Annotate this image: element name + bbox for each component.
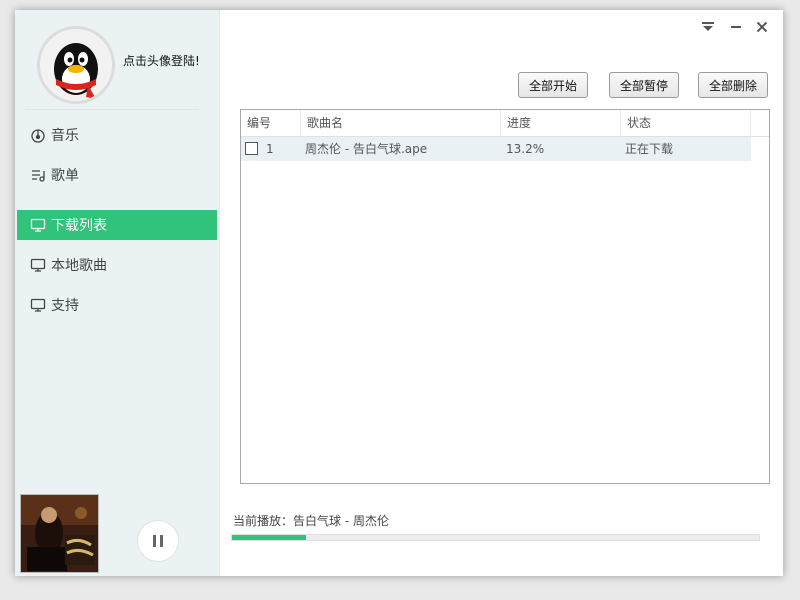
- column-header-song-name[interactable]: 歌曲名: [301, 110, 501, 137]
- minimize-button[interactable]: [727, 18, 745, 36]
- row-status: 正在下载: [625, 142, 674, 156]
- pause-button[interactable]: [137, 520, 179, 562]
- sidebar-item-label: 本地歌曲: [51, 258, 107, 274]
- dropdown-menu-icon: [702, 22, 714, 31]
- sidebar-item-label: 下载列表: [51, 218, 107, 234]
- playlist-icon: [29, 166, 47, 184]
- sidebar-item-download-list[interactable]: 下载列表: [17, 210, 217, 240]
- sidebar: 点击头像登陆! 音乐 歌单 下载列表 本地歌曲 支持: [15, 10, 220, 576]
- sidebar-item-support[interactable]: 支持: [17, 290, 217, 320]
- sidebar-item-label: 音乐: [51, 128, 79, 144]
- table-row[interactable]: 1 周杰伦 - 告白气球.ape 13.2% 正在下载: [241, 137, 751, 161]
- sidebar-item-local-songs[interactable]: 本地歌曲: [17, 250, 217, 280]
- row-index: 1: [266, 142, 274, 156]
- music-note-icon: [29, 126, 47, 144]
- monitor-icon: [29, 296, 47, 314]
- column-header-status[interactable]: 状态: [621, 110, 751, 137]
- playback-progress-fill: [232, 535, 306, 540]
- now-playing-text: 当前播放：告白气球 - 周杰伦: [233, 514, 389, 528]
- sidebar-item-music[interactable]: 音乐: [17, 120, 217, 150]
- sidebar-item-label: 支持: [51, 298, 79, 314]
- table-header: 编号 歌曲名 进度 状态: [241, 110, 769, 137]
- column-header-progress[interactable]: 进度: [501, 110, 621, 137]
- login-prompt[interactable]: 点击头像登陆!: [123, 52, 213, 69]
- column-header-index[interactable]: 编号: [241, 110, 301, 137]
- pause-icon: [153, 535, 163, 547]
- avatar[interactable]: [37, 26, 115, 104]
- row-song-name: 周杰伦 - 告白气球.ape: [305, 142, 428, 156]
- monitor-icon: [29, 256, 47, 274]
- sidebar-divider: [25, 109, 199, 110]
- sidebar-item-playlist[interactable]: 歌单: [17, 160, 217, 190]
- playback-progress-bar[interactable]: [231, 534, 760, 541]
- menu-dropdown-button[interactable]: [699, 18, 717, 36]
- download-table: 编号 歌曲名 进度 状态 1 周杰伦 - 告白气球.ape 13.2% 正在下载: [240, 109, 770, 484]
- close-icon: [756, 21, 768, 33]
- penguin-avatar-icon: [40, 29, 112, 101]
- app-window: 点击头像登陆! 音乐 歌单 下载列表 本地歌曲 支持 全部开始 全部暂停 全部删…: [15, 10, 783, 576]
- close-button[interactable]: [753, 18, 771, 36]
- monitor-icon: [29, 216, 47, 234]
- pause-all-button[interactable]: 全部暂停: [609, 72, 679, 98]
- delete-all-button[interactable]: 全部删除: [698, 72, 768, 98]
- album-cover-image: [21, 495, 98, 572]
- album-cover[interactable]: [20, 494, 99, 573]
- row-progress: 13.2%: [506, 142, 545, 156]
- start-all-button[interactable]: 全部开始: [518, 72, 588, 98]
- row-checkbox[interactable]: [245, 142, 258, 155]
- sidebar-item-label: 歌单: [51, 168, 79, 184]
- minimize-icon: [731, 26, 741, 28]
